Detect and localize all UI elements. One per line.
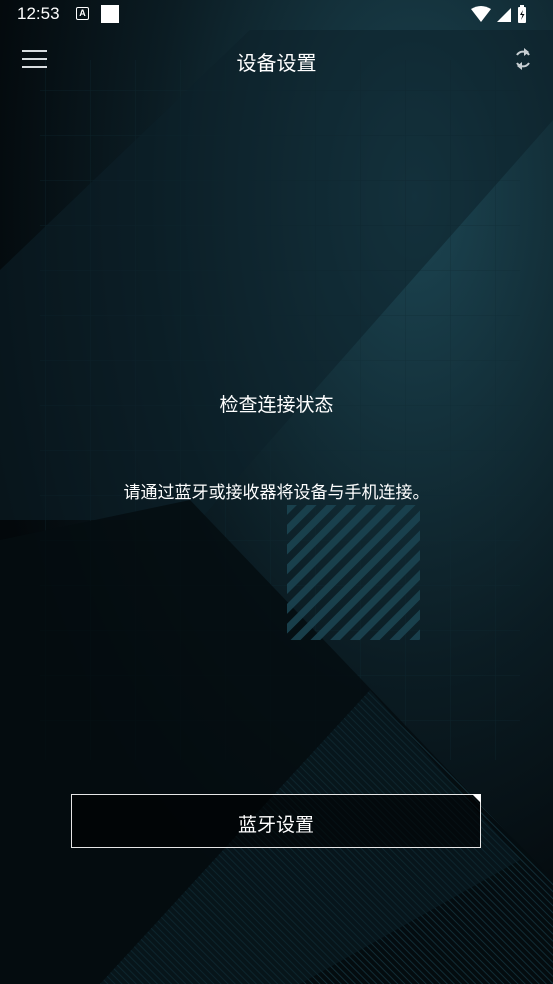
refresh-button[interactable] — [510, 46, 536, 72]
button-corner-decoration — [472, 794, 481, 803]
battery-icon — [518, 5, 526, 23]
wifi-icon — [471, 6, 491, 22]
connection-status-title: 检查连接状态 — [219, 394, 334, 416]
bluetooth-settings-label: 蓝牙设置 — [237, 814, 314, 836]
notification-a-icon: A — [76, 7, 89, 20]
connection-status-message: 请通过蓝牙或接收器将设备与手机连接。 — [123, 483, 430, 503]
app-bar: 设备设置 — [0, 30, 553, 88]
page-title: 设备设置 — [236, 51, 317, 75]
status-bar: 12:53 A — [0, 0, 553, 30]
system-status-icons — [471, 5, 526, 23]
signal-icon — [497, 8, 511, 22]
status-time: 12:53 — [17, 4, 60, 23]
sync-icon — [516, 48, 530, 70]
bluetooth-settings-button[interactable]: 蓝牙设置 — [71, 794, 481, 848]
notification-square-icon — [101, 5, 119, 23]
